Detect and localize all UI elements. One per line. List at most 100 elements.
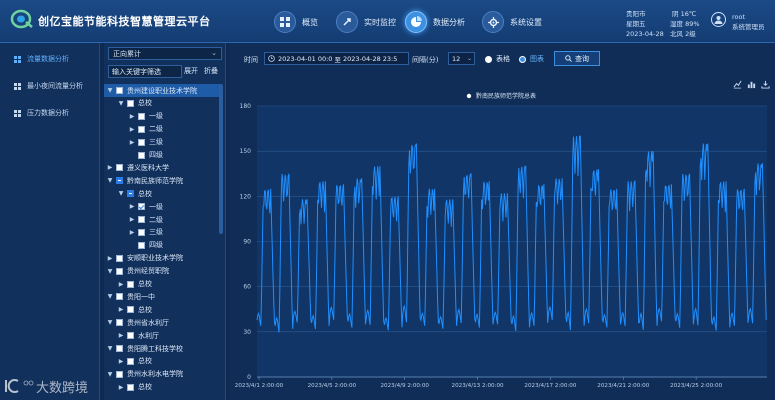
x-tick-label: 2023/4/25 2:00:00	[670, 383, 722, 389]
tree-node-checkbox[interactable]	[138, 138, 145, 146]
tree-node[interactable]: ▼ 贵州建设职业技术学院	[104, 84, 220, 97]
tree-node[interactable]: ▼ 总校	[104, 97, 220, 110]
tree-node[interactable]: ▶ 二级	[104, 123, 220, 136]
nav-overview[interactable]: 概览	[274, 9, 318, 35]
sidebar-item-night-flow-analysis[interactable]: 最小夜间流量分析	[0, 74, 100, 98]
tree-node-checkbox[interactable]	[138, 228, 145, 236]
nav-label: 概览	[302, 17, 318, 27]
tree-node[interactable]: ▼ 贵阳腾工科技学校	[104, 342, 220, 355]
tree-node-label: 二级	[149, 215, 163, 224]
accumulation-mode-select[interactable]: 正向累计 ⌄	[108, 47, 222, 60]
caret-right-icon[interactable]: ▶	[128, 139, 136, 146]
tree-node[interactable]: ▼ 贵阳一中	[104, 290, 220, 303]
caret-down-icon[interactable]: ▼	[106, 268, 114, 275]
tree-node[interactable]: ▶ 二级	[104, 213, 220, 226]
tree-node-checkbox[interactable]	[116, 370, 123, 378]
user-name[interactable]: root	[732, 13, 745, 22]
tree-node[interactable]: ▼ 黔南民族师范学院	[104, 174, 220, 187]
caret-right-icon[interactable]: ▶	[128, 229, 136, 236]
tree-node-checkbox[interactable]	[127, 332, 134, 340]
interval-select[interactable]: 12 ⌄	[448, 52, 475, 65]
tree-node-checkbox[interactable]	[116, 293, 123, 301]
caret-right-icon[interactable]: ▶	[128, 216, 136, 223]
tree-node-checkbox[interactable]	[116, 87, 123, 94]
query-button[interactable]: 查询	[554, 51, 600, 66]
caret-down-icon[interactable]: ▼	[117, 190, 125, 197]
caret-right-icon[interactable]: ▶	[117, 281, 125, 288]
tree-node[interactable]: 四级	[104, 239, 220, 252]
date-range-picker[interactable]: 2023-04-01 00:0 至 2023-04-28 23:5	[264, 52, 409, 65]
sidebar-item-pressure-analysis[interactable]: 压力数据分析	[0, 101, 100, 125]
caret-down-icon[interactable]: ▼	[106, 177, 114, 184]
tree-node[interactable]: ▼ 总校	[104, 187, 220, 200]
y-tick-label: 0	[247, 374, 251, 381]
caret-right-icon[interactable]: ▶	[117, 306, 125, 313]
tree-node[interactable]: 四级	[104, 149, 220, 162]
legend-marker[interactable]	[466, 93, 472, 99]
tree-node-label: 水利厅	[138, 331, 159, 340]
caret-right-icon[interactable]: ▶	[128, 203, 136, 210]
chart-view-radio[interactable]: 图表	[519, 54, 544, 64]
tree-node-checkbox[interactable]	[116, 319, 123, 327]
tree-node-checkbox[interactable]	[127, 383, 134, 391]
caret-right-icon[interactable]: ▶	[117, 332, 125, 339]
tree-node-checkbox[interactable]	[116, 345, 123, 352]
tree-node-checkbox[interactable]	[127, 190, 134, 198]
tree-node[interactable]: ▶ 安顺职业技术学院	[104, 252, 220, 265]
tree-node-checkbox[interactable]	[138, 151, 145, 159]
caret-right-icon[interactable]: ▶	[128, 126, 136, 133]
caret-down-icon[interactable]: ▼	[106, 345, 114, 352]
caret-right-icon[interactable]: ▶	[128, 113, 136, 120]
caret-down-icon[interactable]: ▼	[106, 319, 114, 326]
tree-node-checkbox[interactable]	[127, 306, 134, 314]
radio-label: 表格	[496, 55, 510, 63]
tree-node-checkbox[interactable]	[127, 357, 134, 365]
tree-node[interactable]: ▶ 一级	[104, 200, 220, 213]
tree-node[interactable]: ▶ 三级	[104, 136, 220, 149]
tree-node-checkbox[interactable]	[138, 241, 145, 249]
tree-node-checkbox[interactable]	[138, 203, 145, 211]
caret-down-icon[interactable]: ▼	[117, 100, 125, 107]
nav-data-analysis[interactable]: 数据分析	[405, 9, 465, 35]
nav-realtime-monitor[interactable]: 实时监控	[336, 9, 396, 35]
nav-system-settings[interactable]: 系统设置	[482, 9, 542, 35]
tree-node[interactable]: ▶ 一级	[104, 110, 220, 123]
tree-node[interactable]: ▶ 总校	[104, 278, 220, 291]
tree-scrollbar[interactable]	[219, 84, 223, 234]
tree-node[interactable]: ▶ 三级	[104, 226, 220, 239]
tree-node-checkbox[interactable]	[116, 254, 123, 262]
tree-node-checkbox[interactable]	[138, 112, 145, 120]
tree-node-checkbox[interactable]	[116, 267, 123, 275]
collapse-all-button[interactable]: 折叠	[204, 66, 218, 76]
caret-down-icon[interactable]: ▼	[106, 293, 114, 300]
tree-node-checkbox[interactable]	[127, 99, 134, 107]
tree-node-checkbox[interactable]	[127, 280, 134, 288]
legend-label[interactable]: 黔南民族师范学院总表	[476, 92, 536, 100]
start-time-value[interactable]: 2023-04-01 00:0	[278, 55, 332, 63]
tree-node-checkbox[interactable]	[138, 216, 145, 223]
end-time-value[interactable]: 2023-04-28 23:5	[343, 55, 397, 63]
tree-node[interactable]: ▼ 贵州经贸职院	[104, 265, 220, 278]
caret-right-icon[interactable]: ▶	[106, 164, 114, 171]
tree-node-checkbox[interactable]	[116, 164, 123, 172]
tree-node[interactable]: ▶ 水利厅	[104, 329, 220, 342]
caret-down-icon[interactable]: ▼	[106, 87, 114, 94]
table-view-radio[interactable]: 表格	[485, 54, 510, 64]
caret-right-icon[interactable]: ▶	[106, 255, 114, 262]
caret-right-icon[interactable]: ▶	[117, 384, 125, 391]
tree-node[interactable]: ▼ 贵州水利水电学院	[104, 368, 220, 381]
tree-node-checkbox[interactable]	[138, 125, 145, 133]
tree-search-input[interactable]	[108, 65, 182, 78]
sidebar-item-flow-analysis[interactable]: 流量数据分析	[0, 47, 100, 71]
tree-node[interactable]: ▶ 总校	[104, 303, 220, 316]
user-avatar-icon[interactable]	[711, 12, 726, 27]
caret-right-icon[interactable]: ▶	[117, 358, 125, 365]
tree-node[interactable]: ▶ 总校	[104, 381, 220, 394]
tree-node-checkbox[interactable]	[116, 177, 123, 185]
header-weekday: 星期五	[626, 20, 646, 28]
tree-node[interactable]: ▶ 总校	[104, 355, 220, 368]
tree-node[interactable]: ▶ 遵义医科大学	[104, 161, 220, 174]
tree-node[interactable]: ▼ 贵州省水利厅	[104, 316, 220, 329]
caret-down-icon[interactable]: ▼	[106, 371, 114, 378]
expand-all-button[interactable]: 展开	[184, 66, 198, 76]
